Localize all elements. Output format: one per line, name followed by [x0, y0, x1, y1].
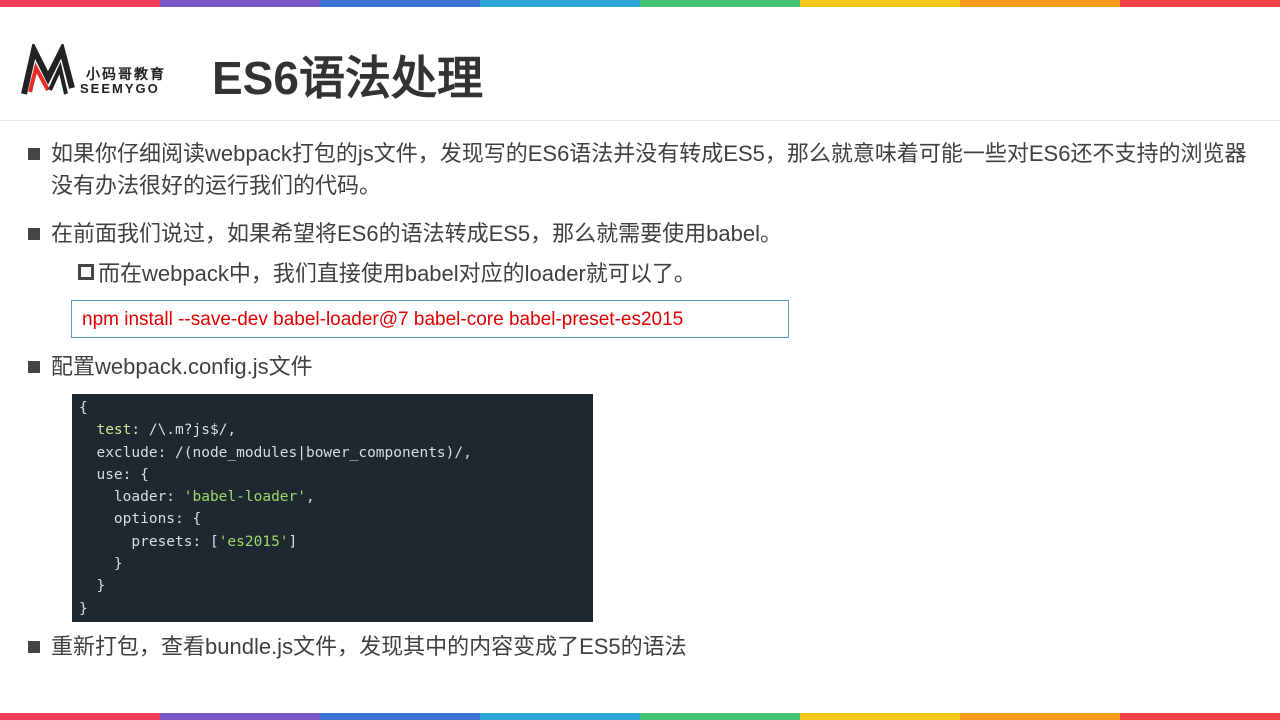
top-color-stripe: [0, 0, 1280, 7]
code-line: }: [79, 600, 88, 617]
square-bullet-icon: [28, 148, 40, 160]
bullet-text: 在前面我们说过，如果希望将ES6的语法转成ES5，那么就需要使用babel。: [51, 221, 782, 246]
stripe-segment: [320, 713, 480, 720]
code-key: test: [96, 422, 132, 439]
square-bullet-icon: [28, 361, 40, 373]
stripe-segment: [960, 0, 1120, 7]
stripe-segment: [480, 0, 640, 7]
stripe-segment: [0, 0, 160, 7]
stripe-segment: [160, 713, 320, 720]
stripe-segment: [640, 713, 800, 720]
bullet-item: 配置webpack.config.js文件: [28, 351, 1258, 383]
code-line: use: {: [79, 466, 149, 483]
stripe-segment: [0, 713, 160, 720]
code-line: }: [79, 556, 123, 573]
stripe-segment: [800, 0, 960, 7]
stripe-segment: [1120, 713, 1280, 720]
code-line: }: [79, 578, 106, 595]
code-line: test: /\.m?js$/,: [79, 419, 593, 441]
stripe-segment: [640, 0, 800, 7]
logo-english-text: SEEMYGO: [80, 81, 160, 96]
bullet-item: 在前面我们说过，如果希望将ES6的语法转成ES5，那么就需要使用babel。: [28, 218, 1258, 250]
stripe-segment: [160, 0, 320, 7]
code-text: ]: [288, 533, 298, 550]
seemygo-m-logo-icon: [21, 44, 75, 95]
code-text: : /\.m?js$/,: [131, 422, 237, 439]
code-block: { test: /\.m?js$/, exclude: /(node_modul…: [72, 394, 593, 622]
bullet-item: 如果你仔细阅读webpack打包的js文件，发现写的ES6语法并没有转成ES5，…: [28, 138, 1258, 202]
stripe-segment: [480, 713, 640, 720]
stripe-segment: [800, 713, 960, 720]
bullet-item: 重新打包，查看bundle.js文件，发现其中的内容变成了ES5的语法: [28, 631, 1258, 663]
bullet-text: 配置webpack.config.js文件: [51, 354, 313, 379]
sub-bullet-text: 而在webpack中，我们直接使用babel对应的loader就可以了。: [98, 261, 696, 286]
bottom-color-stripe: [0, 713, 1280, 720]
stripe-segment: [320, 0, 480, 7]
bullet-text: 如果你仔细阅读webpack打包的js文件，发现写的ES6语法并没有转成ES5，…: [51, 141, 1247, 198]
code-line: {: [79, 400, 88, 416]
logo: 小码哥教育 SEEMYGO: [20, 44, 190, 100]
code-string: 'babel-loader': [183, 489, 306, 506]
code-text: loader:: [79, 489, 184, 506]
code-line: presets: ['es2015']: [79, 531, 593, 553]
page-title: ES6语法处理: [212, 52, 483, 104]
header-divider: [0, 120, 1280, 121]
stripe-segment: [960, 713, 1120, 720]
sub-bullet-item: 而在webpack中，我们直接使用babel对应的loader就可以了。: [78, 258, 696, 290]
hollow-square-bullet-icon: [78, 264, 94, 280]
square-bullet-icon: [28, 228, 40, 240]
command-box: npm install --save-dev babel-loader@7 ba…: [71, 300, 789, 338]
code-line: loader: 'babel-loader',: [79, 486, 593, 508]
code-string: 'es2015': [218, 533, 289, 550]
stripe-segment: [1120, 0, 1280, 7]
code-line: exclude: /(node_modules|bower_components…: [79, 444, 472, 461]
code-line: options: {: [79, 511, 202, 528]
square-bullet-icon: [28, 641, 40, 653]
bullet-text: 重新打包，查看bundle.js文件，发现其中的内容变成了ES5的语法: [51, 634, 687, 659]
code-text: presets: [: [79, 533, 219, 550]
code-text: ,: [305, 489, 315, 506]
